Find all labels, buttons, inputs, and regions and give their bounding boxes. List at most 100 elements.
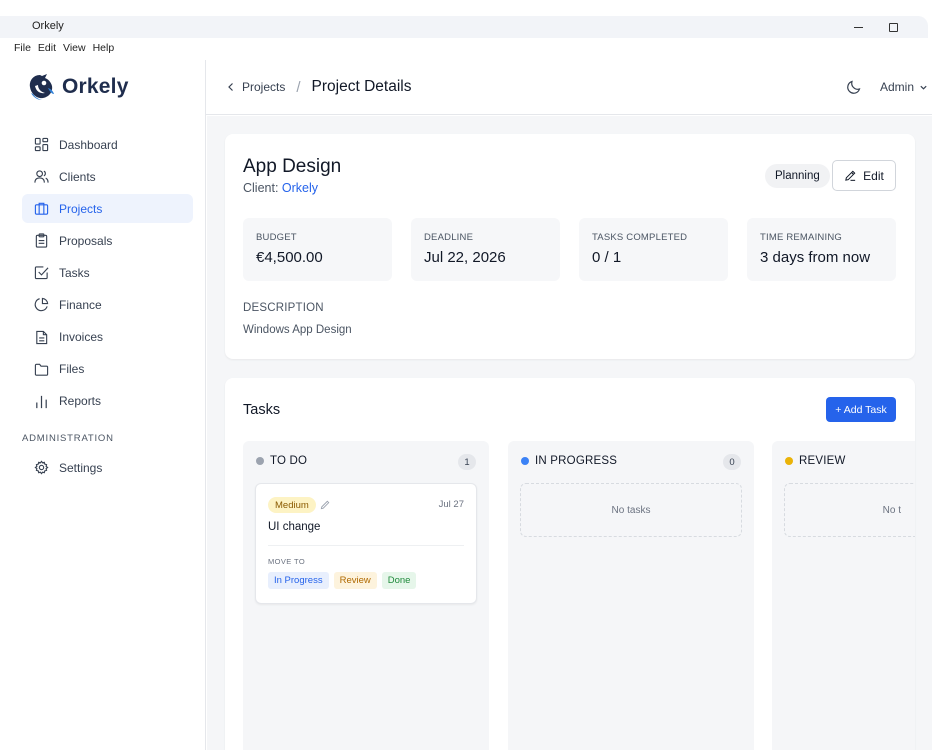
folder-icon: [34, 362, 49, 377]
briefcase-icon: [34, 201, 49, 216]
column-title: REVIEW: [799, 455, 846, 467]
admin-section-label: ADMINISTRATION: [22, 433, 114, 444]
menu-file[interactable]: File: [14, 42, 31, 54]
status-badge: Planning: [765, 164, 830, 188]
stat-value: Jul 22, 2026: [424, 249, 506, 266]
clipboard-icon: [34, 233, 49, 248]
stat-time-remaining: TIME REMAINING 3 days from now: [747, 218, 896, 281]
edit-pencil-icon[interactable]: [320, 499, 331, 510]
stat-label: DEADLINE: [424, 232, 474, 243]
add-task-button[interactable]: + Add Task: [826, 397, 896, 422]
moon-icon[interactable]: [846, 79, 862, 95]
move-in-progress-button[interactable]: In Progress: [268, 572, 329, 589]
edit-button[interactable]: Edit: [832, 160, 896, 191]
kanban-column-review: REVIEW No t: [772, 441, 915, 750]
sidebar-nav: Dashboard Clients Projects Proposals Tas…: [22, 130, 193, 419]
task-card[interactable]: Medium Jul 27 UI change MOVE TO In Progr…: [255, 483, 477, 604]
sidebar-item-reports[interactable]: Reports: [22, 387, 193, 416]
stat-label: BUDGET: [256, 232, 297, 243]
sidebar-item-label: Reports: [59, 394, 102, 409]
users-icon: [34, 169, 49, 184]
description-text: Windows App Design: [243, 324, 352, 336]
page-header: Projects / Project Details Admin: [206, 60, 932, 115]
column-title: IN PROGRESS: [535, 455, 618, 467]
pencil-icon: [845, 170, 856, 181]
menu-edit[interactable]: Edit: [38, 42, 56, 54]
orca-logo-icon: [29, 74, 54, 100]
stat-value: €4,500.00: [256, 249, 323, 266]
brand-name: Orkely: [62, 75, 129, 98]
sidebar-item-projects[interactable]: Projects: [22, 194, 193, 224]
check-square-icon: [34, 265, 49, 280]
stat-label: TASKS COMPLETED: [592, 232, 688, 243]
sidebar-item-settings[interactable]: Settings: [22, 453, 193, 482]
sidebar-settings-group: Settings: [22, 453, 193, 485]
project-client: Client: Orkely: [243, 181, 318, 195]
pie-chart-icon: [34, 297, 49, 312]
column-count-badge: 0: [723, 454, 741, 470]
stat-label: TIME REMAINING: [760, 232, 842, 243]
sidebar-item-label: Tasks: [59, 265, 90, 280]
stat-tasks-completed: TASKS COMPLETED 0 / 1: [579, 218, 728, 281]
minimize-icon: [853, 26, 863, 28]
move-done-button[interactable]: Done: [381, 572, 417, 589]
brand-logo[interactable]: Orkely: [26, 72, 129, 102]
stat-deadline: DEADLINE Jul 22, 2026: [411, 218, 560, 281]
sidebar-item-dashboard[interactable]: Dashboard: [22, 130, 193, 159]
move-to-label: MOVE TO: [268, 557, 306, 566]
tasks-card: Tasks + Add Task TO DO 1 Medium Jul 27 U…: [225, 378, 915, 750]
sidebar-item-label: Clients: [59, 169, 96, 184]
maximize-icon: [888, 22, 898, 32]
chevron-down-icon: [920, 85, 927, 90]
task-divider: [268, 545, 464, 546]
breadcrumb-projects-link[interactable]: Projects: [242, 80, 285, 94]
kanban-column-in-progress: IN PROGRESS 0 No tasks: [508, 441, 754, 750]
stat-value: 0 / 1: [592, 249, 622, 266]
task-name: UI change: [268, 521, 321, 533]
chevron-left-icon: [228, 83, 233, 91]
menu-view[interactable]: View: [63, 42, 86, 54]
sidebar-item-proposals[interactable]: Proposals: [22, 226, 193, 255]
column-count-badge: 1: [458, 454, 476, 470]
sidebar-item-label: Proposals: [59, 233, 113, 248]
sidebar-item-tasks[interactable]: Tasks: [22, 258, 193, 287]
description-label: DESCRIPTION: [243, 302, 324, 314]
priority-badge: Medium: [268, 497, 316, 513]
bar-chart-icon: [34, 394, 49, 409]
maximize-button[interactable]: [883, 18, 903, 36]
stat-budget: BUDGET €4,500.00: [243, 218, 392, 281]
empty-drop-zone: No tasks: [520, 483, 742, 537]
status-dot: [785, 457, 793, 465]
menu-help[interactable]: Help: [93, 42, 115, 54]
status-dot: [521, 457, 529, 465]
user-name: Admin: [880, 80, 915, 94]
move-review-button[interactable]: Review: [333, 572, 377, 589]
window-title: Orkely: [32, 20, 64, 32]
column-header: REVIEW: [785, 455, 846, 467]
main-content: App Design Client: Orkely Planning Edit …: [207, 116, 932, 750]
project-card: App Design Client: Orkely Planning Edit …: [225, 134, 915, 359]
minimize-button[interactable]: [848, 18, 868, 36]
sidebar-item-label: Files: [59, 362, 85, 377]
kanban-column-todo: TO DO 1 Medium Jul 27 UI change MOVE TO …: [243, 441, 489, 750]
client-prefix: Client:: [243, 181, 282, 195]
move-to-options: In Progress Review Done: [268, 572, 417, 589]
task-due-date: Jul 27: [438, 499, 464, 510]
sidebar-item-finance[interactable]: Finance: [22, 290, 193, 319]
sidebar-item-clients[interactable]: Clients: [22, 162, 193, 191]
client-link[interactable]: Orkely: [282, 181, 318, 195]
breadcrumb-separator: /: [296, 78, 301, 96]
sidebar-item-files[interactable]: Files: [22, 355, 193, 384]
sidebar-item-label: Invoices: [59, 330, 104, 345]
menu-bar: File Edit View Help: [14, 42, 114, 54]
sidebar-item-label: Projects: [59, 201, 103, 216]
project-name: App Design: [243, 156, 342, 177]
tasks-heading: Tasks: [243, 402, 281, 418]
sidebar-item-invoices[interactable]: Invoices: [22, 323, 193, 352]
document-icon: [34, 330, 49, 345]
user-menu[interactable]: Admin: [880, 80, 928, 94]
edit-button-label: Edit: [863, 168, 884, 183]
gear-icon: [34, 460, 49, 475]
sidebar: Orkely Dashboard Clients Projects Propos…: [0, 60, 206, 750]
sidebar-item-label: Dashboard: [59, 137, 118, 152]
